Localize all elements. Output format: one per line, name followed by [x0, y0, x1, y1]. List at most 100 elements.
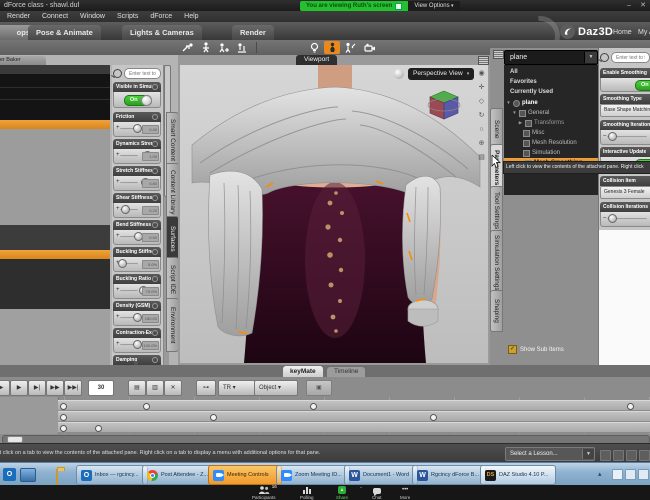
param-header[interactable]: Enable Smoothing [600, 68, 650, 78]
dress[interactable] [244, 177, 426, 363]
object-dropdown[interactable]: Object ▾ [254, 380, 298, 396]
viewport-pane-options-icon[interactable] [478, 56, 489, 65]
keyframe-marker[interactable] [95, 425, 102, 432]
slider[interactable]: 70.0% [113, 284, 161, 299]
surface-list-item[interactable] [0, 74, 110, 121]
param-header[interactable]: Stretch Stiffness [113, 166, 161, 176]
collision-item-dropdown[interactable]: Genesis 3 Female [600, 186, 650, 199]
paste-key-icon[interactable]: ▥ [146, 380, 164, 396]
goto-end-icon[interactable]: ▶▶| [64, 380, 82, 396]
view-cube-gizmo[interactable] [426, 87, 462, 123]
copy-key-icon[interactable]: ▤ [128, 380, 146, 396]
translate-tool-icon[interactable] [234, 41, 250, 54]
tray-expand-icon[interactable]: ▴ [598, 470, 602, 478]
menu-scripts[interactable]: Scripts [112, 11, 143, 22]
taskbar-daz-studio[interactable]: DS DAZ Studio 4.10 P... [480, 465, 556, 485]
keyframe-marker[interactable] [310, 403, 317, 410]
tab-render[interactable]: Render [232, 25, 274, 40]
slider-knob[interactable] [133, 124, 142, 133]
taskbar-word-dforce[interactable]: W Rgcincy dForce B... [412, 465, 486, 485]
param-header[interactable]: Collision Item [600, 176, 650, 186]
tree-item-plane[interactable]: ▼plane [504, 98, 600, 108]
skip-end-icon[interactable]: ▶▶ [46, 380, 64, 396]
close-icon[interactable]: ✕ [638, 1, 648, 10]
play-forward-icon[interactable]: ▶ [10, 380, 28, 396]
chat-button[interactable]: Chat [372, 486, 382, 500]
share-button[interactable]: Share [336, 486, 348, 500]
minimize-icon[interactable]: – [624, 1, 634, 10]
param-header[interactable]: Buckling Ratio [113, 274, 161, 284]
tree-item-currently-used[interactable]: Currently Used [504, 87, 604, 97]
param-header[interactable]: Interactive Update [600, 147, 650, 157]
node-selector[interactable]: plane ▼ [504, 50, 598, 65]
tab-pose-animate[interactable]: Pose & Animate [28, 25, 101, 40]
gear-icon[interactable] [152, 303, 158, 309]
param-header[interactable]: Smoothing Iterations [600, 120, 650, 130]
slider-knob[interactable] [121, 205, 130, 214]
param-header[interactable]: Visible in Simulation [113, 82, 161, 92]
gear-icon[interactable] [152, 114, 158, 120]
frame-icon[interactable]: ○ [477, 125, 486, 134]
reset-view-icon[interactable]: ▤ [477, 153, 486, 162]
param-header[interactable]: Smoothing Type [600, 94, 650, 104]
lesson-selector[interactable]: Select a Lesson... ▼ [505, 447, 595, 461]
slider-knob[interactable] [608, 214, 617, 223]
keyframe-marker[interactable] [210, 414, 217, 421]
smoothing-type-dropdown[interactable]: Base Shape Matching [600, 104, 650, 117]
param-header[interactable]: Friction [113, 112, 161, 122]
param-header[interactable]: Shear Stiffness (Quads) [113, 193, 161, 203]
tab-shaping[interactable]: Shaping [490, 290, 503, 332]
tree-item-all[interactable]: All [504, 67, 604, 77]
taskbar-word-document1[interactable]: W Document1 - Word [344, 465, 418, 485]
view-selector[interactable]: Perspective View [408, 68, 474, 80]
pane-options-icon[interactable] [493, 50, 504, 59]
animation-track[interactable] [58, 411, 650, 422]
range-dropdown[interactable]: TR ▾ [218, 380, 256, 396]
tab-lights-cameras[interactable]: Lights & Cameras [122, 25, 202, 40]
view-options-button[interactable]: View Options [408, 1, 459, 11]
menu-connect[interactable]: Connect [37, 11, 73, 22]
scrollbar-thumb[interactable] [7, 436, 23, 443]
surface-tool-icon[interactable] [342, 41, 358, 54]
tray-network-icon[interactable] [612, 469, 623, 480]
tree-item-general[interactable]: ▼General [504, 108, 606, 118]
slider[interactable]: 0.80 [113, 176, 161, 191]
tray-flag-icon[interactable] [638, 469, 649, 480]
play-icon[interactable]: ▶ [0, 380, 10, 396]
more-button[interactable]: More [400, 486, 410, 500]
filter-input[interactable] [611, 52, 650, 63]
show-desktop-icon[interactable] [20, 468, 36, 482]
surface-list-item-selected[interactable] [0, 250, 110, 259]
tab-shader-baker-partial[interactable]: Shader Baker [0, 56, 46, 65]
param-header[interactable]: Buckling Stiffness [113, 247, 161, 257]
taskbar-meeting-controls[interactable]: Meeting Controls [208, 465, 282, 485]
camera-orbit-icon[interactable]: ◉ [477, 69, 486, 78]
slider[interactable]: 0.50 [113, 230, 161, 245]
slider-track[interactable] [120, 290, 138, 292]
tab-keymate[interactable]: keyMate [283, 366, 323, 377]
gear-icon[interactable] [152, 84, 158, 90]
delete-key-icon[interactable]: ✕ [164, 380, 182, 396]
gear-icon[interactable] [152, 168, 158, 174]
slider[interactable] [600, 130, 650, 145]
taskbar-outlook-inbox[interactable]: O Inbox — rgcincy... [76, 465, 148, 485]
gear-icon[interactable] [152, 141, 158, 147]
tree-item-favorites[interactable]: Favorites [504, 77, 604, 87]
shawl-left-drape[interactable] [209, 171, 263, 336]
frame-count-field[interactable]: 30 [88, 380, 114, 396]
tab-parameters[interactable]: Parameters [490, 144, 503, 192]
light-icon[interactable] [306, 41, 322, 54]
slider-knob[interactable] [133, 340, 142, 349]
keyframe-marker[interactable] [430, 414, 437, 421]
param-header[interactable]: Density (GSM) [113, 301, 161, 311]
gear-icon[interactable] [152, 249, 158, 255]
param-header[interactable]: Bend Stiffness [113, 220, 161, 230]
participants-button[interactable]: 16 Participants [252, 486, 276, 500]
slider[interactable]: 100.0% [113, 338, 161, 353]
slider[interactable] [600, 212, 650, 227]
link-home[interactable]: Home [613, 29, 632, 36]
slider-track[interactable] [120, 182, 138, 184]
surface-list-item[interactable] [0, 259, 110, 309]
chevron-down-icon[interactable]: ▼ [582, 449, 594, 459]
figure-tool-icon[interactable] [198, 41, 214, 54]
